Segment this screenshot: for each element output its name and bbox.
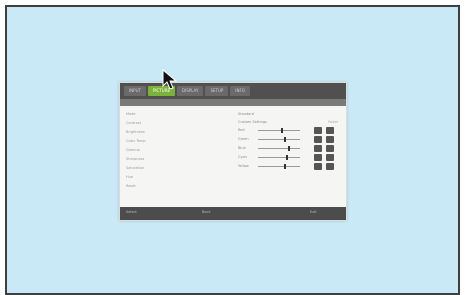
slider-handle[interactable] <box>285 155 288 160</box>
menu-item-gamma[interactable]: Gamma <box>126 146 221 155</box>
decrement-button[interactable] <box>314 127 322 134</box>
increment-button[interactable] <box>326 163 334 170</box>
slider-track[interactable] <box>258 164 300 169</box>
osd-menu-list: Mode Contrast Brightness Color Temp Gamma Sha… <box>126 110 221 191</box>
osd-menu-screen: INPUT PICTURE DISPLAY SETUP INFO Mode Contras… <box>119 82 347 221</box>
slider-label: Yellow <box>238 164 249 168</box>
menu-item-saturation[interactable]: Saturation <box>126 164 221 173</box>
tab-info[interactable]: INFO <box>230 86 250 96</box>
slider-row-cyan: Cyan <box>238 153 342 162</box>
osd-settings-panel: Standard Custom Settings Reset Red Green B… <box>238 110 342 171</box>
slider-label: Cyan <box>238 155 247 159</box>
slider-handle[interactable] <box>284 164 287 169</box>
osd-bottom-bar: Select Back Exit <box>120 207 346 220</box>
tab-setup[interactable]: SETUP <box>205 86 229 96</box>
slider-track[interactable] <box>258 146 300 151</box>
increment-button[interactable] <box>326 136 334 143</box>
desktop-frame: INPUT PICTURE DISPLAY SETUP INFO Mode Contras… <box>5 5 460 295</box>
tab-input[interactable]: INPUT <box>124 86 146 96</box>
select-hint: Select <box>126 210 137 214</box>
reset-button[interactable]: Reset <box>328 120 338 124</box>
back-hint: Back <box>202 210 211 214</box>
menu-item-sharpness[interactable]: Sharpness <box>126 155 221 164</box>
slider-handle[interactable] <box>284 137 287 142</box>
slider-handle[interactable] <box>288 146 291 151</box>
slider-row-green: Green <box>238 135 342 144</box>
slider-track[interactable] <box>258 128 300 133</box>
decrement-button[interactable] <box>314 136 322 143</box>
slider-label: Green <box>238 137 249 141</box>
menu-item-contrast[interactable]: Contrast <box>126 119 221 128</box>
slider-handle[interactable] <box>281 128 284 133</box>
menu-item-hue[interactable]: Hue <box>126 173 221 182</box>
increment-button[interactable] <box>326 145 334 152</box>
slider-row-yellow: Yellow <box>238 162 342 171</box>
mode-value: Standard <box>238 112 254 116</box>
menu-item-reset[interactable]: Reset <box>126 182 221 191</box>
menu-item-mode[interactable]: Mode <box>126 110 221 119</box>
decrement-button[interactable] <box>314 163 322 170</box>
slider-track[interactable] <box>258 137 300 142</box>
osd-sub-bar <box>120 99 346 106</box>
increment-button[interactable] <box>326 127 334 134</box>
slider-track[interactable] <box>258 155 300 160</box>
slider-rows: Red Green Blue Cyan Yellow <box>238 126 342 171</box>
decrement-button[interactable] <box>314 145 322 152</box>
menu-item-brightness[interactable]: Brightness <box>126 128 221 137</box>
exit-hint: Exit <box>310 210 317 214</box>
tab-display[interactable]: DISPLAY <box>177 86 204 96</box>
slider-row-red: Red <box>238 126 342 135</box>
menu-item-color-temp[interactable]: Color Temp <box>126 137 221 146</box>
decrement-button[interactable] <box>314 154 322 161</box>
arrow-cursor-icon <box>162 69 178 90</box>
settings-heading: Custom Settings <box>238 120 267 124</box>
slider-label: Red <box>238 128 245 132</box>
slider-label: Blue <box>238 146 246 150</box>
osd-tab-bar: INPUT PICTURE DISPLAY SETUP INFO <box>120 83 346 99</box>
slider-row-blue: Blue <box>238 144 342 153</box>
increment-button[interactable] <box>326 154 334 161</box>
